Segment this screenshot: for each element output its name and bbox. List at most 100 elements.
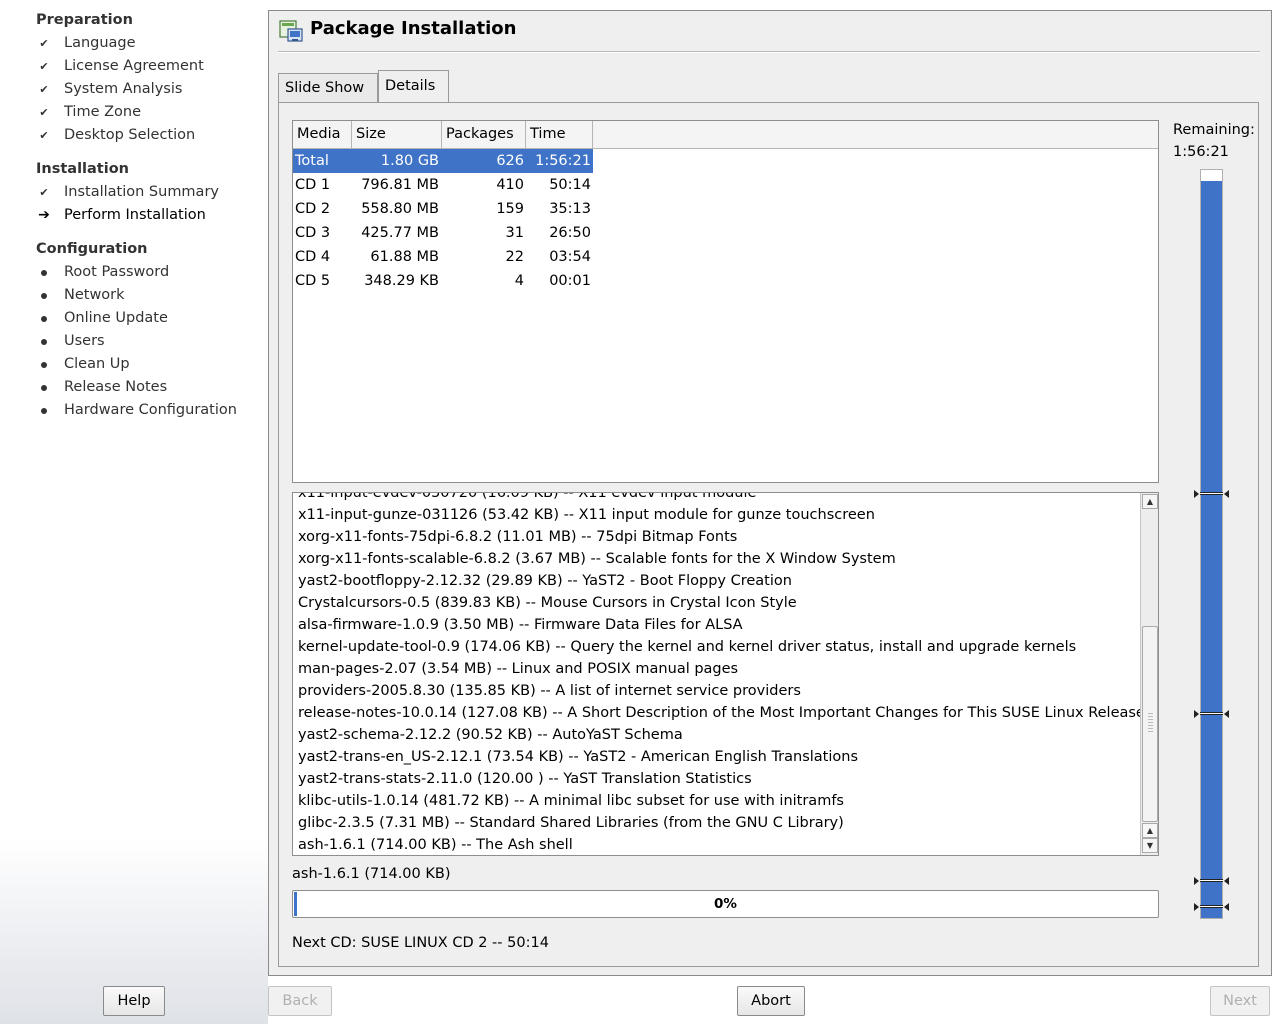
checkmark-icon: ✔: [39, 186, 49, 199]
cell-time: 26:50: [549, 225, 591, 241]
column-header-media[interactable]: Media: [293, 121, 352, 149]
sidebar-item: ✔ Time Zone: [36, 101, 261, 124]
table-row[interactable]: Total 1.80 GB 626 1:56:21: [293, 149, 593, 173]
wizard-steps-sidebar: Preparation ✔ Language ✔ License Agreement ✔ S…: [0, 0, 268, 1024]
remaining-label: Remaining:: [1173, 122, 1255, 138]
checkmark-icon: ✔: [39, 60, 49, 73]
next-cd-label: Next CD: SUSE LINUX CD 2 -- 50:14: [292, 935, 549, 951]
grip-icon: [1148, 713, 1153, 733]
scroll-up-arrow-icon[interactable]: ▲: [1142, 494, 1158, 509]
sidebar-item-label: System Analysis: [64, 81, 183, 97]
column-header-size[interactable]: Size: [352, 121, 442, 149]
sidebar-item-label: Release Notes: [64, 379, 168, 395]
sidebar-item-label: Clean Up: [64, 356, 130, 372]
log-line: Crystalcursors-0.5 (839.83 KB) -- Mouse …: [298, 595, 797, 611]
sidebar-section-title: Configuration: [36, 241, 148, 257]
sidebar-item: ✔ System Analysis: [36, 78, 261, 101]
sidebar-item-label: Language: [64, 35, 136, 51]
log-line: yast2-trans-en_US-2.12.1 (73.54 KB) -- Y…: [298, 749, 859, 765]
sidebar-item: ✔ License Agreement: [36, 55, 261, 78]
media-table[interactable]: Media Size Packages Time Total 1.80 GB 626…: [292, 120, 1159, 483]
log-line: klibc-utils-1.0.14 (481.72 KB) -- A mini…: [298, 793, 844, 809]
cell-packages: 159: [496, 201, 524, 217]
table-row[interactable]: CD 3 425.77 MB 31 26:50: [293, 221, 593, 245]
sidebar-section-title: Preparation: [36, 12, 133, 28]
sidebar-item-label: Installation Summary: [64, 184, 219, 200]
cell-size: 1.80 GB: [380, 153, 439, 169]
sidebar-item-label: Root Password: [64, 264, 170, 280]
page-title: Package Installation: [310, 18, 517, 39]
scroll-down-arrow-icon[interactable]: ▼: [1142, 838, 1158, 853]
sidebar-item: Release Notes: [36, 376, 261, 399]
checkmark-icon: ✔: [39, 83, 49, 96]
column-header-time[interactable]: Time: [526, 121, 593, 149]
cell-time: 35:13: [549, 201, 591, 217]
log-line: ash-1.6.1 (714.00 KB) -- The Ash shell: [298, 837, 573, 853]
bullet-icon: [36, 261, 52, 284]
column-header-packages[interactable]: Packages: [442, 121, 526, 149]
tab-slide-show[interactable]: Slide Show: [278, 73, 378, 102]
scrollbar-thumb[interactable]: [1142, 626, 1158, 822]
cell-time: 03:54: [549, 249, 591, 265]
sidebar-item: ✔ Desktop Selection: [36, 124, 261, 147]
cd-boundary-marker: [1194, 710, 1229, 718]
title-divider: [278, 51, 1260, 53]
installation-log[interactable]: x11-input-evdev-050720 (16.09 KB) -- X11…: [292, 492, 1159, 856]
checkmark-icon: ✔: [39, 106, 49, 119]
sidebar-item: ✔ Language: [36, 32, 261, 55]
log-line: kernel-update-tool-0.9 (174.06 KB) -- Qu…: [298, 639, 1077, 655]
package-install-icon: [279, 19, 303, 43]
main-panel: Package Installation Slide Show Details …: [268, 10, 1272, 976]
abort-button[interactable]: Abort: [737, 986, 805, 1016]
sidebar-item: Clean Up: [36, 353, 261, 376]
sidebar-item-label: Online Update: [64, 310, 168, 326]
cell-packages: 31: [505, 225, 524, 241]
cd-boundary-marker: [1194, 877, 1229, 885]
sidebar-item-label: Hardware Configuration: [64, 402, 237, 418]
next-button[interactable]: Next: [1210, 986, 1270, 1016]
sidebar-item-label: Perform Installation: [64, 207, 206, 223]
log-line: x11-input-evdev-050720 (16.09 KB) -- X11…: [298, 492, 757, 501]
sidebar-item-label: Time Zone: [64, 104, 142, 120]
log-line: x11-input-gunze-031126 (53.42 KB) -- X11…: [298, 507, 875, 523]
log-line: glibc-2.3.5 (7.31 MB) -- Standard Shared…: [298, 815, 844, 831]
column-header-filler: [593, 121, 1158, 149]
log-line: man-pages-2.07 (3.54 MB) -- Linux and PO…: [298, 661, 739, 677]
sidebar-section-title: Installation: [36, 161, 129, 177]
remaining-value: 1:56:21: [1173, 144, 1229, 160]
cell-size: 425.77 MB: [361, 225, 439, 241]
sidebar-item: ✔ Installation Summary: [36, 181, 261, 204]
total-progress-fill: [1201, 181, 1222, 918]
scroll-up-arrow-icon[interactable]: ▲: [1142, 823, 1158, 838]
sidebar-item-label: Desktop Selection: [64, 127, 196, 143]
bullet-icon: [36, 330, 52, 353]
log-line: release-notes-10.0.14 (127.08 KB) -- A S…: [298, 705, 1145, 721]
cd-boundary-marker: [1194, 903, 1229, 911]
sidebar-item-label: Users: [64, 333, 105, 349]
table-row[interactable]: CD 2 558.80 MB 159 35:13: [293, 197, 593, 221]
package-progress-bar: 0%: [292, 890, 1159, 918]
cell-time: 1:56:21: [535, 153, 591, 169]
back-button[interactable]: Back: [268, 986, 332, 1016]
sidebar-item-label: License Agreement: [64, 58, 204, 74]
log-line: yast2-trans-stats-2.11.0 (120.00 ) -- Ya…: [298, 771, 752, 787]
checkmark-icon: ✔: [39, 37, 49, 50]
cell-packages: 4: [514, 273, 524, 289]
cd-boundary-marker: [1194, 490, 1229, 498]
log-scrollbar[interactable]: ▲ ▲ ▼: [1140, 493, 1158, 855]
log-line: yast2-schema-2.12.2 (90.52 KB) -- AutoYa…: [298, 727, 683, 743]
table-row[interactable]: CD 1 796.81 MB 410 50:14: [293, 173, 593, 197]
sidebar-item: Network: [36, 284, 261, 307]
cell-time: 00:01: [549, 273, 591, 289]
help-button[interactable]: Help: [103, 986, 165, 1016]
cell-size: 558.80 MB: [361, 201, 439, 217]
cell-packages: 626: [496, 153, 524, 169]
checkmark-icon: ✔: [39, 129, 49, 142]
cell-packages: 410: [496, 177, 524, 193]
cell-media: CD 4: [295, 249, 331, 265]
bullet-icon: [36, 376, 52, 399]
tab-details[interactable]: Details: [378, 70, 449, 103]
table-row[interactable]: CD 5 348.29 KB 4 00:01: [293, 269, 593, 293]
arrow-right-icon: ➔: [38, 207, 50, 223]
table-row[interactable]: CD 4 61.88 MB 22 03:54: [293, 245, 593, 269]
